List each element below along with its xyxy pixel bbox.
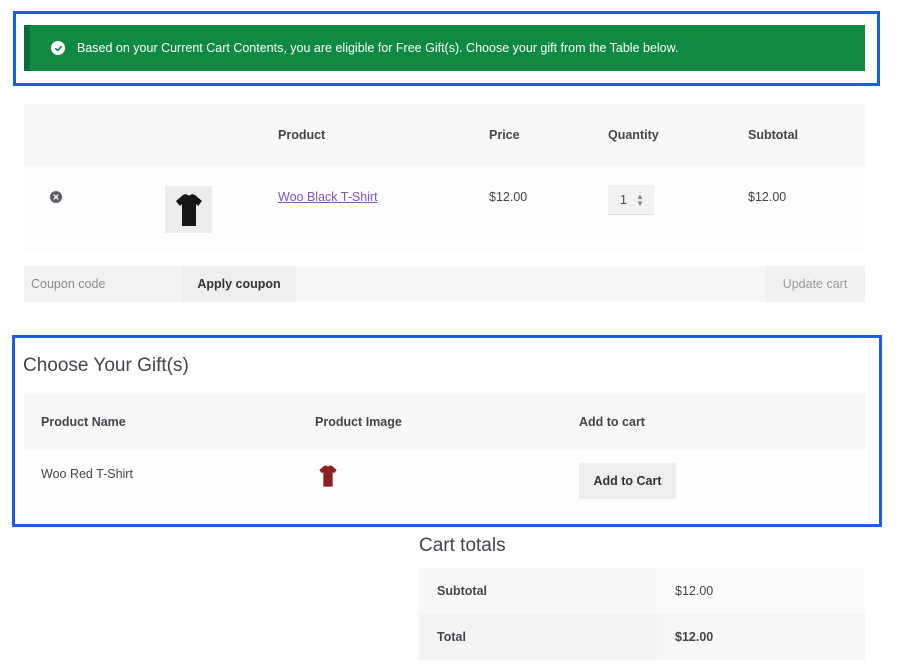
header-product: Product — [278, 128, 326, 142]
totals-subtotal-row: Subtotal $12.00 — [419, 568, 865, 614]
update-cart-button[interactable]: Update cart — [765, 266, 865, 302]
header-add-to-cart: Add to cart — [579, 415, 645, 429]
black-tshirt-icon — [175, 193, 202, 226]
cart-item-row: Woo Black T-Shirt $12.00 1 ▲ ▼ $12.00 — [24, 166, 865, 252]
header-product-name: Product Name — [41, 415, 126, 429]
notice-message: Based on your Current Cart Contents, you… — [77, 41, 679, 55]
cart-totals-title: Cart totals — [419, 535, 506, 556]
stepper-arrows-icon[interactable]: ▲ ▼ — [636, 192, 644, 207]
gift-product-image — [317, 464, 339, 488]
totals-subtotal-label: Subtotal — [437, 584, 487, 598]
item-price: $12.00 — [489, 190, 528, 204]
check-circle-icon — [51, 41, 65, 55]
header-subtotal: Subtotal — [748, 128, 798, 142]
quantity-value: 1 — [620, 192, 627, 207]
header-price: Price — [489, 128, 520, 142]
coupon-row-background — [296, 266, 765, 302]
totals-total-label: Total — [437, 630, 466, 644]
item-subtotal: $12.00 — [748, 190, 787, 204]
header-product-image: Product Image — [315, 415, 402, 429]
cart-table-header: Product Price Quantity Subtotal — [24, 104, 865, 166]
gift-product-name: Woo Red T-Shirt — [41, 467, 133, 481]
red-tshirt-icon — [319, 465, 337, 487]
apply-coupon-button[interactable]: Apply coupon — [182, 266, 296, 302]
product-link[interactable]: Woo Black T-Shirt — [278, 190, 378, 204]
add-gift-to-cart-button[interactable]: Add to Cart — [579, 463, 676, 499]
totals-subtotal-value: $12.00 — [675, 584, 714, 598]
totals-total-row: Total $12.00 — [419, 614, 865, 660]
gift-table-header: Product Name Product Image Add to cart — [24, 394, 865, 450]
header-quantity: Quantity — [608, 128, 659, 142]
gift-section-title: Choose Your Gift(s) — [23, 355, 189, 376]
product-thumbnail[interactable] — [165, 186, 212, 233]
gift-item-row: Woo Red T-Shirt Add to Cart — [24, 450, 865, 516]
remove-item-icon[interactable] — [50, 191, 62, 203]
quantity-stepper[interactable]: 1 ▲ ▼ — [608, 185, 654, 215]
coupon-code-input[interactable] — [24, 266, 182, 302]
free-gift-notice: Based on your Current Cart Contents, you… — [24, 25, 865, 71]
totals-total-value: $12.00 — [675, 630, 714, 644]
